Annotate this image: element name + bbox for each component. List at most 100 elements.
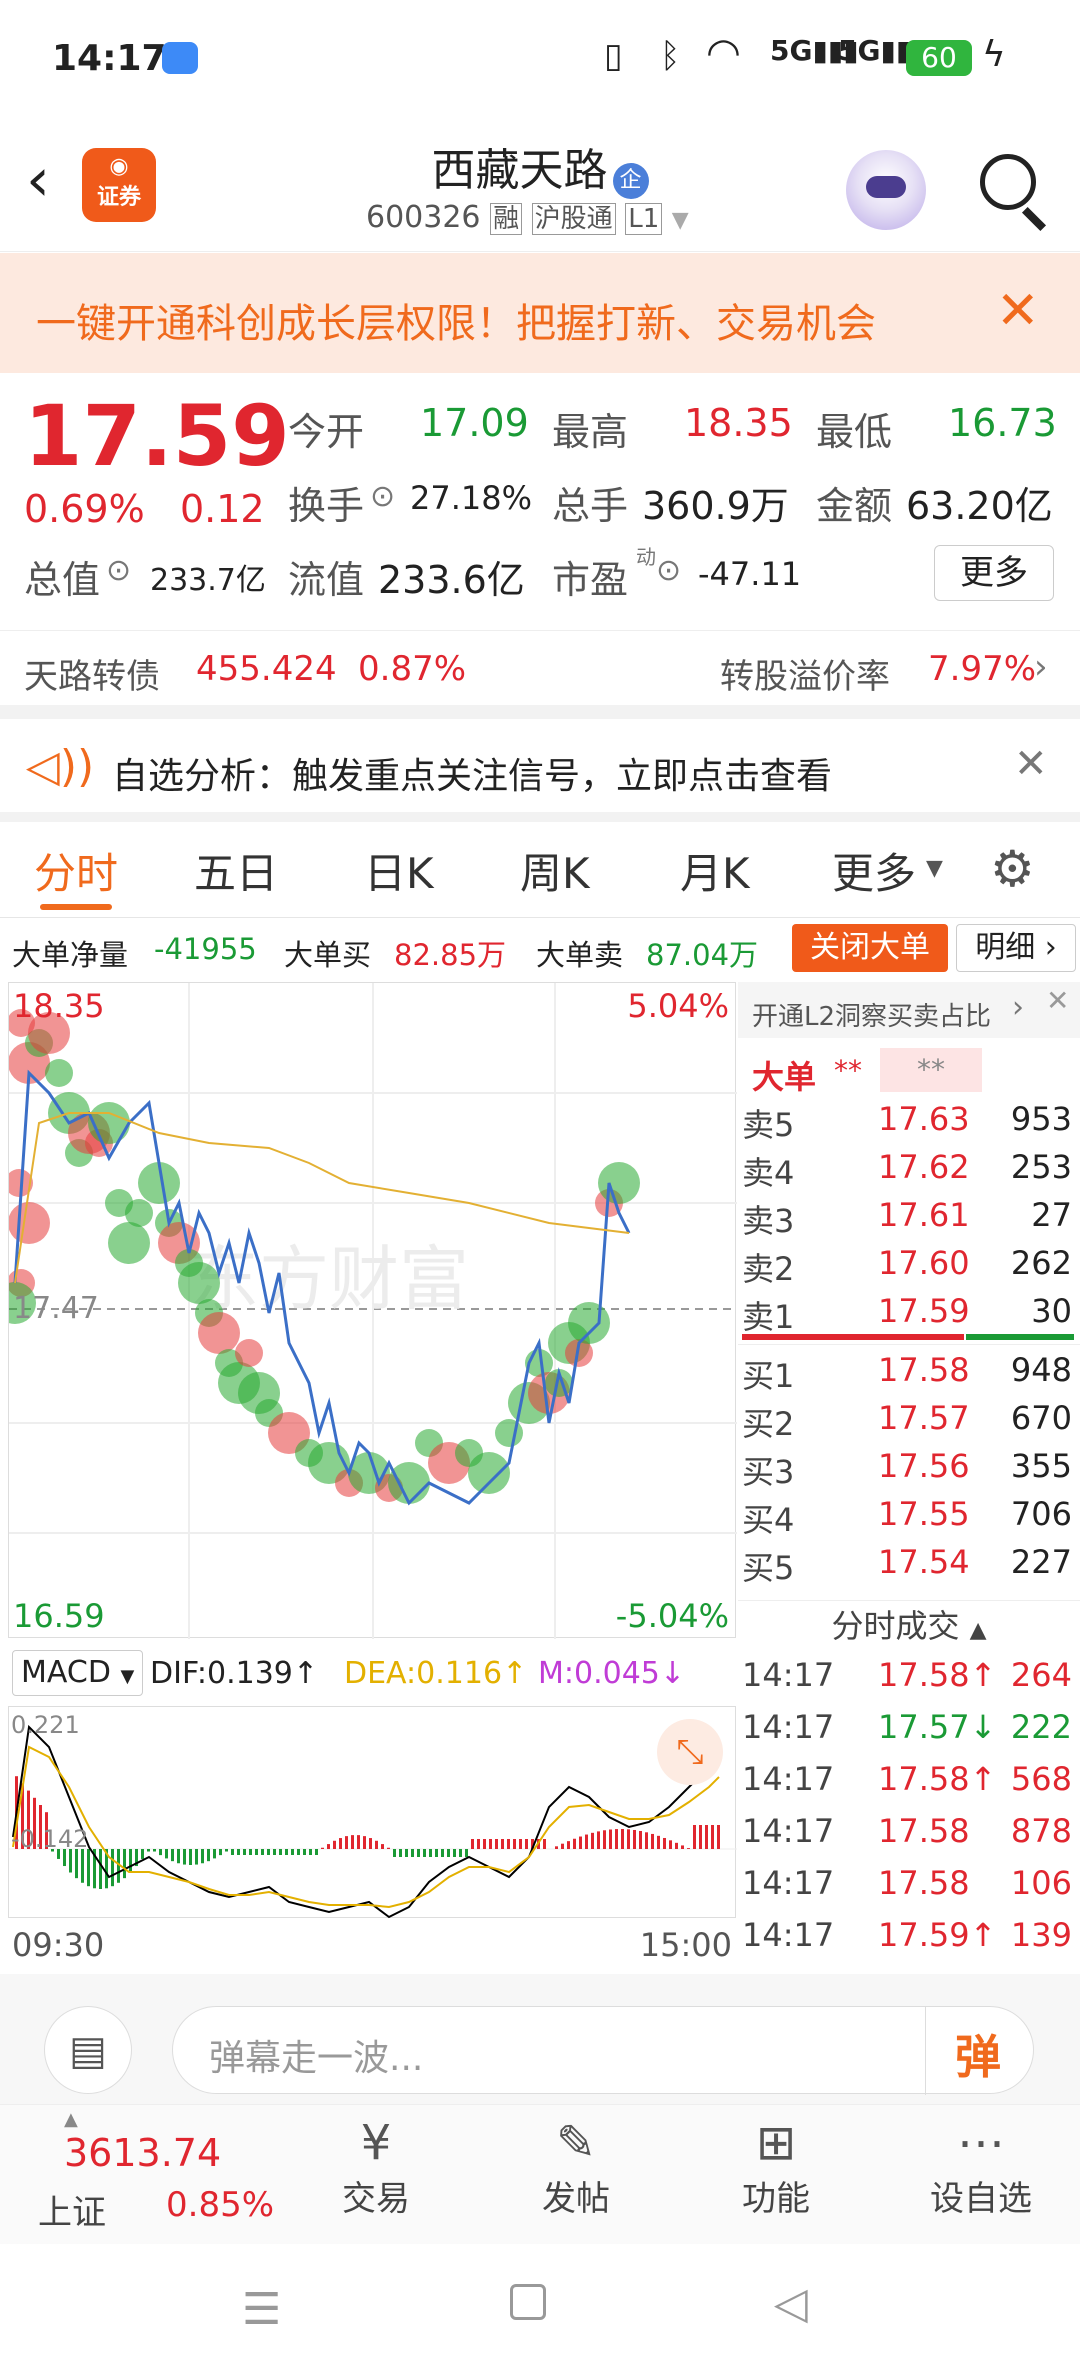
stock-code-row[interactable]: 600326 融 沪股通 L1 ▼ bbox=[366, 198, 689, 235]
amount-value: 63.20亿 bbox=[906, 484, 1053, 528]
dropdown-icon: ▼ bbox=[671, 208, 689, 233]
macd-bar bbox=[471, 1839, 474, 1849]
macd-bar bbox=[423, 1849, 426, 1857]
sell-row[interactable]: 卖5 17.63 953 bbox=[738, 1094, 1080, 1144]
bottom-price-label: 16.59 bbox=[13, 1597, 105, 1635]
close-icon-3[interactable]: ✕ bbox=[1046, 984, 1069, 1017]
close-big-order-button[interactable]: 关闭大单 bbox=[792, 924, 948, 972]
macd-bar bbox=[681, 1845, 684, 1849]
tab-monthly-k[interactable]: 月K bbox=[680, 840, 750, 901]
tab-weekly-k[interactable]: 周K bbox=[520, 840, 590, 901]
info-icon-2[interactable]: ⊙ bbox=[106, 553, 131, 588]
gear-icon[interactable]: ⚙ bbox=[990, 840, 1035, 898]
macd-bar bbox=[453, 1849, 456, 1857]
tab-five-day[interactable]: 五日 bbox=[194, 840, 278, 901]
sell-row[interactable]: 卖1 17.59 30 bbox=[738, 1286, 1080, 1336]
big-order-bubble bbox=[568, 1302, 610, 1344]
danmu-input[interactable]: 弹幕走一波... 弹 bbox=[172, 2006, 1034, 2095]
nav-trade[interactable]: ¥ 交易 bbox=[316, 2115, 436, 2235]
macd-bar bbox=[597, 1831, 600, 1849]
analysis-notice[interactable]: ◁)) 自选分析：触发重点关注信号，立即点击查看 ✕ bbox=[0, 719, 1080, 819]
more-button[interactable]: 更多 bbox=[934, 545, 1054, 601]
menu-icon[interactable]: ☰ bbox=[242, 2284, 281, 2335]
macd-bar bbox=[579, 1836, 582, 1849]
tab-daily-k[interactable]: 日K bbox=[364, 840, 434, 901]
nav-post[interactable]: ✎ 发帖 bbox=[516, 2115, 636, 2235]
macd-bar bbox=[255, 1849, 258, 1855]
buy-row[interactable]: 买4 17.55 706 bbox=[738, 1489, 1080, 1539]
tick-price: 17.59↑ bbox=[878, 1916, 997, 1954]
nav-functions[interactable]: ⊞ 功能 bbox=[716, 2115, 836, 2235]
macd-bar bbox=[495, 1839, 498, 1849]
macd-bar bbox=[555, 1846, 558, 1849]
charging-icon: ϟ bbox=[982, 34, 1006, 75]
sell-volume: 953 bbox=[1010, 1100, 1072, 1138]
ticks-header[interactable]: 分时成交 ▲ bbox=[738, 1600, 1080, 1648]
macd-bar bbox=[501, 1839, 504, 1849]
macd-selector[interactable]: MACD ▼ bbox=[12, 1650, 144, 1696]
danmu-placeholder: 弹幕走一波... bbox=[209, 2038, 424, 2079]
macd-bar bbox=[375, 1840, 378, 1849]
tab-intraday[interactable]: 分时 bbox=[34, 840, 118, 901]
search-icon[interactable] bbox=[980, 154, 1036, 210]
macd-bar bbox=[345, 1836, 348, 1849]
macd-bar bbox=[369, 1838, 372, 1849]
buy-row[interactable]: 买1 17.58 948 bbox=[738, 1345, 1080, 1395]
tag-margin: 融 bbox=[490, 203, 523, 235]
promo-banner[interactable]: 一键开通科创成长层权限！把握打新、交易机会 ✕ bbox=[0, 253, 1080, 373]
nav-functions-label: 功能 bbox=[742, 2179, 810, 2219]
danmu-toggle-icon[interactable]: 弹 bbox=[955, 2021, 1001, 2087]
close-icon-2[interactable]: ✕ bbox=[1014, 741, 1048, 787]
volume-label: 总手 bbox=[552, 484, 629, 528]
macd-bar bbox=[75, 1849, 78, 1879]
bluetooth-icon: ᛒ bbox=[660, 36, 681, 76]
time-axis: 09:30 15:00 bbox=[8, 1918, 736, 1974]
sell-row[interactable]: 卖2 17.60 262 bbox=[738, 1238, 1080, 1288]
top-pct-label: 5.04% bbox=[627, 987, 729, 1025]
info-icon[interactable]: ⊙ bbox=[370, 479, 395, 514]
sell-row[interactable]: 卖3 17.61 27 bbox=[738, 1190, 1080, 1240]
sell-price: 17.59 bbox=[878, 1292, 970, 1330]
convertible-bond-row[interactable]: 天路转债 455.424 0.87% 转股溢价率 7.97% › bbox=[0, 630, 1080, 710]
home-icon[interactable] bbox=[510, 2284, 546, 2320]
divider-2 bbox=[0, 812, 1080, 822]
enterprise-badge: 企 bbox=[612, 162, 649, 199]
sell-level: 卖1 bbox=[742, 1298, 795, 1336]
big-order-bubble bbox=[125, 1199, 153, 1227]
buy-row[interactable]: 买3 17.56 355 bbox=[738, 1441, 1080, 1491]
macd-chart: 0.221 -0.142 ⤡ bbox=[8, 1706, 737, 1919]
premium-label: 转股溢价率 bbox=[720, 657, 890, 697]
nav-add-watchlist-label: 设自选 bbox=[930, 2179, 1032, 2219]
volume-value: 360.9万 bbox=[642, 484, 789, 528]
sell-level: 卖2 bbox=[742, 1250, 795, 1288]
macd-bar bbox=[87, 1849, 90, 1887]
index-ticker[interactable]: ▲ 3613.74 上证 0.85% bbox=[20, 2105, 280, 2245]
sell-row[interactable]: 卖4 17.62 253 bbox=[738, 1142, 1080, 1192]
robot-assistant-icon[interactable] bbox=[846, 150, 926, 230]
sell-price: 17.62 bbox=[878, 1148, 970, 1186]
detail-button[interactable]: 明细 › bbox=[956, 924, 1076, 972]
macd-bottom-label: -0.142 bbox=[11, 1825, 89, 1853]
tab-more[interactable]: 更多 bbox=[832, 840, 916, 901]
current-price: 17.59 bbox=[24, 387, 290, 485]
nav-add-watchlist[interactable]: ⋯ 设自选 bbox=[906, 2115, 1056, 2235]
macd-bar bbox=[447, 1849, 450, 1857]
note-settings-icon[interactable]: ▤ bbox=[44, 2006, 132, 2094]
macd-bar bbox=[711, 1825, 714, 1849]
back-nav-icon[interactable]: ◁ bbox=[774, 2278, 808, 2329]
macd-bar bbox=[99, 1849, 102, 1889]
macd-bar bbox=[213, 1849, 216, 1859]
l2-link[interactable]: 开通L2洞察买卖占比 › ✕ bbox=[738, 982, 1080, 1038]
l2-link-text: 开通L2洞察买卖占比 bbox=[752, 1002, 992, 1032]
close-icon[interactable]: ✕ bbox=[996, 281, 1040, 341]
buy-row[interactable]: 买2 17.57 670 bbox=[738, 1393, 1080, 1443]
buy-row[interactable]: 买5 17.54 227 bbox=[738, 1537, 1080, 1587]
info-icon-3[interactable]: ⊙ bbox=[656, 553, 681, 588]
macd-bar bbox=[615, 1829, 618, 1849]
macd-bar bbox=[267, 1849, 270, 1855]
change-amount: 0.12 bbox=[180, 487, 265, 531]
expand-icon[interactable]: ⤡ bbox=[657, 1719, 723, 1785]
big-order-bubble bbox=[598, 1162, 640, 1204]
tick-time: 14:17 bbox=[742, 1656, 835, 1694]
intraday-chart[interactable]: 东方财富 18.35 5.04% 17.47 16.59 -5.04% bbox=[8, 982, 737, 1639]
